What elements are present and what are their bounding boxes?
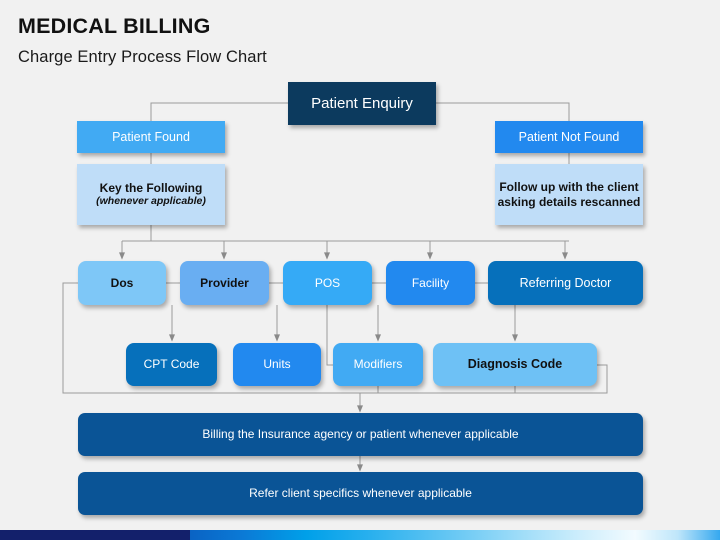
node-referring-doctor[interactable]: Referring Doctor: [488, 261, 643, 305]
node-provider-label: Provider: [200, 275, 249, 290]
node-patient-found[interactable]: Patient Found: [77, 121, 225, 153]
footer-strip-navy-segment: [0, 530, 190, 540]
node-billing-insurance-bar[interactable]: Billing the Insurance agency or patient …: [78, 413, 643, 456]
node-cpt-code[interactable]: CPT Code: [126, 343, 217, 386]
page-subtitle: Charge Entry Process Flow Chart: [18, 48, 267, 66]
node-referring-doctor-label: Referring Doctor: [519, 275, 612, 290]
node-dos-label: Dos: [110, 275, 134, 290]
node-facility-label: Facility: [411, 275, 450, 290]
node-follow-up-client-label: Follow up with the client asking details…: [497, 180, 641, 209]
node-diagnosis-code-label: Diagnosis Code: [467, 357, 563, 372]
node-diagnosis-code[interactable]: Diagnosis Code: [433, 343, 597, 386]
node-refer-client-label: Refer client specifics whenever applicab…: [249, 486, 472, 501]
node-facility[interactable]: Facility: [386, 261, 475, 305]
page-title: MEDICAL BILLING: [18, 14, 211, 38]
node-pos-label: POS: [314, 275, 341, 290]
node-pos[interactable]: POS: [283, 261, 372, 305]
node-dos[interactable]: Dos: [78, 261, 166, 305]
slide-canvas: MEDICAL BILLING Charge Entry Process Flo…: [0, 0, 720, 540]
node-modifiers[interactable]: Modifiers: [333, 343, 423, 386]
node-patient-enquiry-label: Patient Enquiry: [311, 94, 413, 112]
node-key-the-following-label: Key the Following: [99, 181, 203, 196]
node-cpt-code-label: CPT Code: [143, 357, 200, 372]
node-billing-insurance-label: Billing the Insurance agency or patient …: [202, 427, 519, 442]
node-patient-not-found[interactable]: Patient Not Found: [495, 121, 643, 153]
node-patient-not-found-label: Patient Not Found: [518, 129, 620, 144]
node-provider[interactable]: Provider: [180, 261, 269, 305]
node-units-label: Units: [263, 357, 291, 372]
footer-accent-strip: [0, 530, 720, 540]
footer-strip-gradient-segment: [190, 530, 720, 540]
node-units[interactable]: Units: [233, 343, 321, 386]
node-patient-found-label: Patient Found: [112, 129, 190, 144]
node-key-the-following-note: (whenever applicable): [96, 195, 206, 208]
node-modifiers-label: Modifiers: [353, 357, 403, 372]
node-key-the-following[interactable]: Key the Following (whenever applicable): [77, 164, 225, 225]
node-refer-client-bar[interactable]: Refer client specifics whenever applicab…: [78, 472, 643, 515]
node-patient-enquiry[interactable]: Patient Enquiry: [288, 82, 436, 125]
node-follow-up-client[interactable]: Follow up with the client asking details…: [495, 164, 643, 225]
